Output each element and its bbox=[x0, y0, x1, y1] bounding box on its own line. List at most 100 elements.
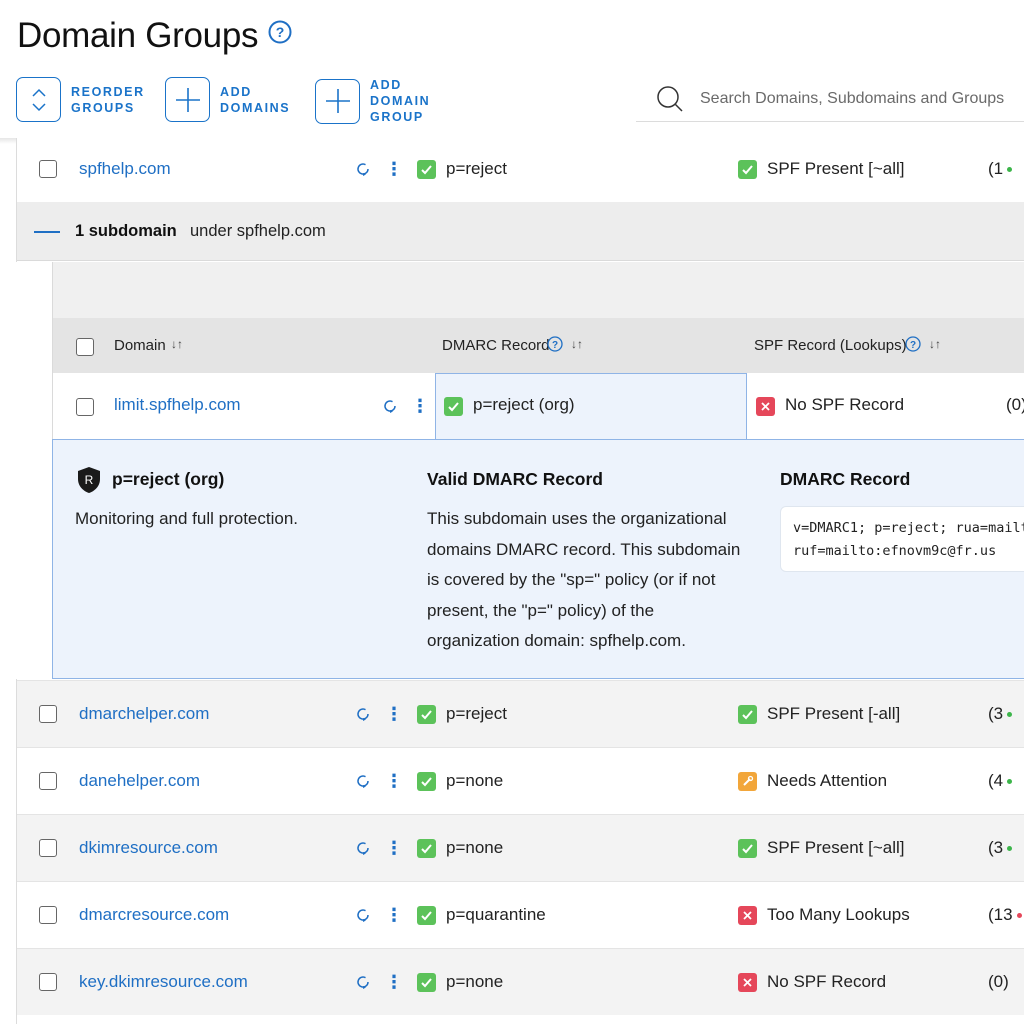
spf-value: SPF Present [~all] bbox=[767, 838, 905, 857]
domain-link[interactable]: danehelper.com bbox=[79, 771, 200, 791]
status-dot bbox=[1007, 845, 1013, 851]
add-domains-button[interactable]: ADD DOMAINS bbox=[165, 77, 290, 122]
valid-record-title: Valid DMARC Record bbox=[427, 469, 603, 489]
more-menu-icon[interactable]: ⋮ bbox=[385, 906, 403, 924]
lookup-count: (4 bbox=[988, 771, 1013, 791]
svg-text:R: R bbox=[85, 473, 94, 487]
refresh-icon[interactable] bbox=[355, 773, 371, 789]
domain-link[interactable]: spfhelp.com bbox=[79, 159, 171, 179]
lookup-count-text: (3 bbox=[988, 838, 1004, 857]
svg-text:?: ? bbox=[552, 340, 558, 351]
check-icon bbox=[738, 159, 757, 179]
more-menu-icon[interactable]: ⋮ bbox=[385, 160, 403, 178]
dmarc-value: p=none bbox=[446, 972, 504, 991]
help-icon[interactable]: ? bbox=[905, 336, 921, 352]
check-icon bbox=[417, 905, 436, 925]
more-menu-icon[interactable]: ⋮ bbox=[385, 705, 403, 723]
reorder-label-line1: REORDER bbox=[71, 84, 145, 99]
plus-icon bbox=[315, 78, 360, 124]
svg-text:?: ? bbox=[910, 340, 916, 351]
sort-icon[interactable]: ↓↑ bbox=[929, 337, 941, 351]
row-checkbox[interactable] bbox=[39, 973, 57, 991]
more-menu-icon[interactable]: ⋮ bbox=[385, 973, 403, 991]
status-dot bbox=[1007, 166, 1013, 172]
add-domain-group-button[interactable]: ADD DOMAIN GROUP bbox=[315, 77, 430, 125]
lookup-count: (3 bbox=[988, 838, 1013, 858]
more-menu-icon[interactable]: ⋮ bbox=[385, 839, 403, 857]
sort-icon[interactable]: ↓↑ bbox=[171, 337, 183, 351]
table-row: dkimresource.com ⋮ p=none SPF Present [~all… bbox=[17, 814, 1024, 881]
lookup-count: (3 bbox=[988, 704, 1013, 724]
reorder-icon bbox=[16, 77, 61, 122]
spf-value: Too Many Lookups bbox=[767, 905, 910, 924]
check-icon bbox=[417, 771, 436, 791]
refresh-icon[interactable] bbox=[355, 907, 371, 923]
dmarc-value: p=none bbox=[446, 838, 504, 857]
row-checkbox[interactable] bbox=[39, 839, 57, 857]
select-all-checkbox[interactable] bbox=[76, 338, 94, 356]
lookup-count-text: (4 bbox=[988, 771, 1004, 790]
valid-record-description: This subdomain uses the organizational d… bbox=[427, 504, 740, 657]
plus-icon bbox=[165, 77, 210, 122]
subdomain-link[interactable]: limit.spfhelp.com bbox=[114, 395, 241, 415]
more-menu-icon[interactable]: ⋮ bbox=[411, 397, 429, 415]
help-icon[interactable]: ? bbox=[547, 336, 563, 352]
add-group-label-line1: ADD bbox=[370, 78, 402, 92]
valid-line: domains DMARC record. This subdomain bbox=[427, 539, 741, 559]
subdomain-row: limit.spfhelp.com ⋮ p=reject (org) No SP… bbox=[52, 373, 1024, 440]
collapse-icon[interactable] bbox=[34, 231, 60, 233]
valid-line: is covered by the "sp=" policy (or if no… bbox=[427, 570, 716, 589]
spf-value: SPF Present [-all] bbox=[767, 704, 901, 723]
table-row: danehelper.com ⋮ p=none Needs Attention (4 bbox=[17, 747, 1024, 814]
domain-link[interactable]: dmarcresource.com bbox=[79, 905, 229, 925]
row-checkbox[interactable] bbox=[39, 772, 57, 790]
lookup-count-text: (13 bbox=[988, 905, 1013, 924]
lookup-count: (0) bbox=[1006, 395, 1024, 414]
spf-value: SPF Present [~all] bbox=[767, 159, 905, 178]
search-input[interactable] bbox=[700, 89, 1024, 108]
reorder-label-line2: GROUPS bbox=[71, 100, 135, 115]
dmarc-record-text[interactable]: v=DMARC1; p=reject; rua=mailto ruf=mailt… bbox=[780, 506, 1024, 572]
add-group-label-line3: GROUP bbox=[370, 110, 424, 124]
wrench-icon bbox=[738, 771, 757, 791]
check-icon bbox=[738, 704, 757, 724]
refresh-icon[interactable] bbox=[355, 840, 371, 856]
spf-value: No SPF Record bbox=[785, 395, 905, 414]
sort-icon[interactable]: ↓↑ bbox=[571, 337, 583, 351]
status-dot bbox=[1007, 711, 1013, 717]
help-icon[interactable]: ? bbox=[268, 20, 292, 44]
row-checkbox[interactable] bbox=[39, 705, 57, 723]
domain-link[interactable]: key.dkimresource.com bbox=[79, 972, 248, 992]
row-checkbox[interactable] bbox=[39, 160, 57, 178]
x-icon bbox=[738, 972, 757, 992]
valid-line: organization domain: spfhelp.com. bbox=[427, 631, 686, 650]
subdomain-table-header: Domain ↓↑ DMARC Record ? ↓↑ SPF Record (… bbox=[52, 318, 1024, 373]
col-domain: Domain bbox=[114, 337, 166, 354]
shield-icon: R bbox=[78, 467, 100, 493]
refresh-icon[interactable] bbox=[355, 706, 371, 722]
add-domains-label-line1: ADD bbox=[220, 84, 252, 99]
table-row: dmarcresource.com ⋮ p=quarantine Too Many L… bbox=[17, 881, 1024, 948]
refresh-icon[interactable] bbox=[355, 161, 371, 177]
dmarc-value: p=reject bbox=[446, 159, 507, 178]
domain-link[interactable]: dmarchelper.com bbox=[79, 704, 209, 724]
row-checkbox[interactable] bbox=[39, 906, 57, 924]
reorder-groups-button[interactable]: REORDER GROUPS bbox=[16, 77, 145, 122]
more-menu-icon[interactable]: ⋮ bbox=[385, 772, 403, 790]
add-group-label-line2: DOMAIN bbox=[370, 94, 431, 108]
subdomain-panel bbox=[52, 262, 1024, 318]
row-checkbox[interactable] bbox=[76, 398, 94, 416]
refresh-icon[interactable] bbox=[382, 398, 398, 414]
subdomain-count: 1 subdomain bbox=[75, 221, 177, 240]
dmarc-detail-panel: R p=reject (org) Monitoring and full pro… bbox=[52, 439, 1024, 679]
subdomain-header[interactable]: 1 subdomain under spfhelp.com bbox=[17, 202, 1024, 261]
domain-link[interactable]: dkimresource.com bbox=[79, 838, 218, 858]
table-row: key.dkimresource.com ⋮ p=none No SPF Record… bbox=[17, 948, 1024, 1015]
refresh-icon[interactable] bbox=[355, 974, 371, 990]
subdomain-parent: under spfhelp.com bbox=[190, 221, 326, 240]
spf-value: No SPF Record bbox=[767, 972, 887, 991]
svg-text:?: ? bbox=[276, 24, 285, 40]
dmarc-value: p=none bbox=[446, 771, 504, 790]
page-title: Domain Groups bbox=[17, 16, 259, 55]
check-icon bbox=[417, 159, 436, 179]
